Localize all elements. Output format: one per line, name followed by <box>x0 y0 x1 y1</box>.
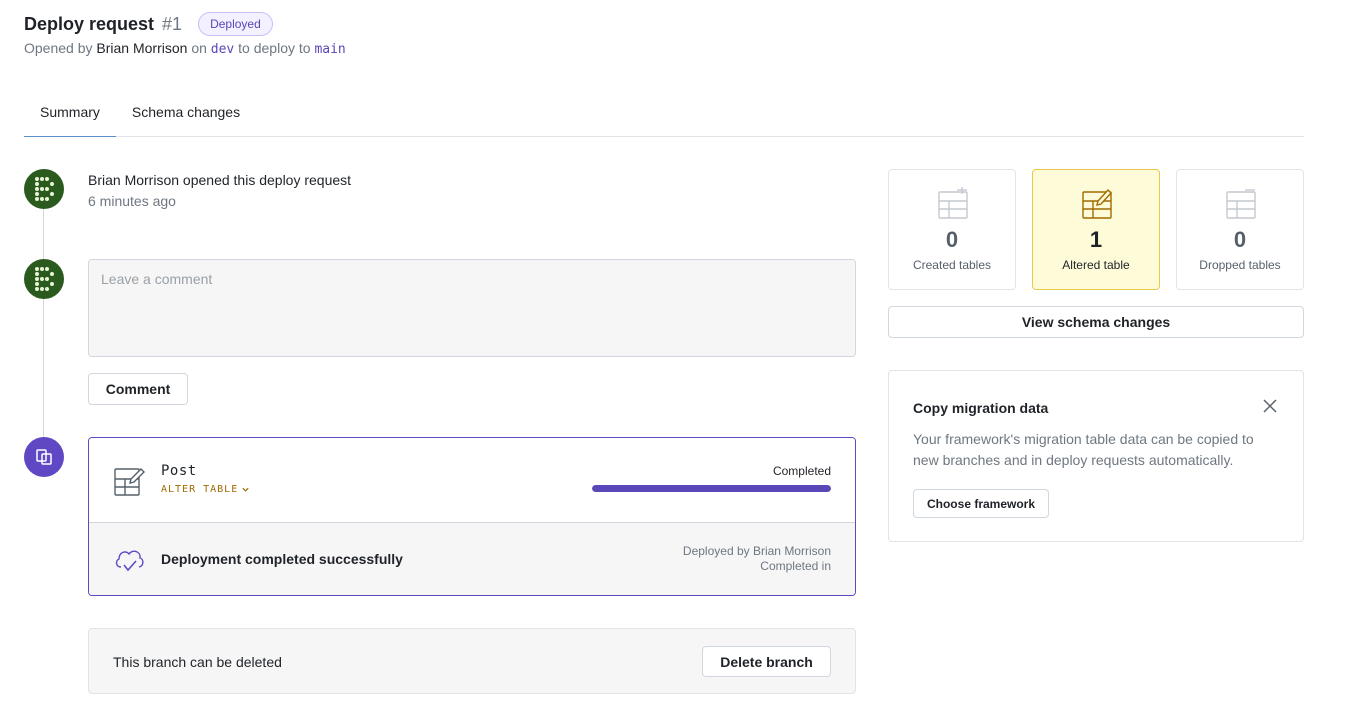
table-edit-icon <box>113 465 145 502</box>
page-title: Deploy request <box>24 13 155 34</box>
tab-schema-changes[interactable]: Schema changes <box>116 96 256 137</box>
migration-title: Copy migration data <box>913 400 1049 416</box>
deployment-meta: Deployed by Brian Morrison Completed in <box>683 544 831 574</box>
opened-prefix: Opened by <box>24 40 93 56</box>
operation-toggle[interactable]: ALTER TABLE <box>161 484 250 495</box>
stat-altered-table: 1 Altered table <box>1032 169 1160 290</box>
dropped-label: Dropped tables <box>1199 258 1281 272</box>
stat-created-tables: 0 Created tables <box>888 169 1016 290</box>
avatar <box>24 169 64 209</box>
tab-summary[interactable]: Summary <box>24 96 116 137</box>
tab-bar: Summary Schema changes <box>24 96 1304 137</box>
comment-input[interactable]: Leave a comment <box>88 259 856 357</box>
request-subtitle: Opened by Brian Morrison on dev to deplo… <box>24 40 346 57</box>
view-schema-changes-button[interactable]: View schema changes <box>888 306 1304 338</box>
choose-framework-button[interactable]: Choose framework <box>913 489 1049 518</box>
operation-label: ALTER TABLE <box>161 484 239 495</box>
delete-branch-card: This branch can be deleted Delete branch <box>88 628 856 694</box>
migration-card: Copy migration data Your framework's mig… <box>888 370 1304 542</box>
comment-button[interactable]: Comment <box>88 373 188 405</box>
altered-label: Altered table <box>1062 258 1130 272</box>
migration-description: Your framework's migration table data ca… <box>913 431 1254 468</box>
deployment-status: Completed <box>772 464 831 478</box>
deploy-icon <box>24 437 64 477</box>
altered-count: 1 <box>1089 227 1103 252</box>
timeline-line <box>43 208 44 440</box>
deployment-table-row: Post ALTER TABLE Completed <box>89 438 855 523</box>
deployment-result-text: Deployment completed successfully <box>161 551 403 567</box>
opened-event: Brian Morrison opened this deploy reques… <box>88 172 351 188</box>
author-name[interactable]: Brian Morrison <box>96 40 187 56</box>
progress-fill <box>592 485 831 492</box>
table-edit-icon <box>1081 187 1113 224</box>
on-text: on <box>191 40 207 56</box>
delete-branch-message: This branch can be deleted <box>113 654 282 670</box>
dropped-count: 0 <box>1233 227 1247 252</box>
current-user-avatar <box>24 259 64 299</box>
status-badge: Deployed <box>198 12 273 36</box>
request-number: #1 <box>162 13 183 34</box>
event-author[interactable]: Brian Morrison <box>88 172 179 188</box>
deployed-by: Deployed by Brian Morrison <box>682 544 831 558</box>
delete-branch-button[interactable]: Delete branch <box>702 646 831 677</box>
target-branch[interactable]: main <box>314 42 345 57</box>
to-text: to deploy to <box>238 40 311 56</box>
table-minus-icon <box>1225 187 1257 224</box>
event-time: 6 minutes ago <box>88 193 176 209</box>
cloud-check-icon <box>113 545 145 580</box>
event-action: opened this deploy request <box>182 172 352 188</box>
chevron-down-icon <box>242 487 249 492</box>
deployment-card: Post ALTER TABLE Completed Deployment co… <box>88 437 856 596</box>
completed-in: Completed in <box>760 559 831 573</box>
stat-dropped-tables: 0 Dropped tables <box>1176 169 1304 290</box>
table-name: Post <box>161 463 197 479</box>
page-header: Deploy request #1 Deployed <box>24 12 273 36</box>
deployment-result: Deployment completed successfully Deploy… <box>89 523 855 595</box>
close-icon[interactable] <box>1263 399 1277 418</box>
table-plus-icon <box>937 186 969 224</box>
created-count: 0 <box>945 227 959 252</box>
progress-bar <box>592 485 831 492</box>
created-label: Created tables <box>912 258 992 272</box>
source-branch[interactable]: dev <box>211 42 234 57</box>
